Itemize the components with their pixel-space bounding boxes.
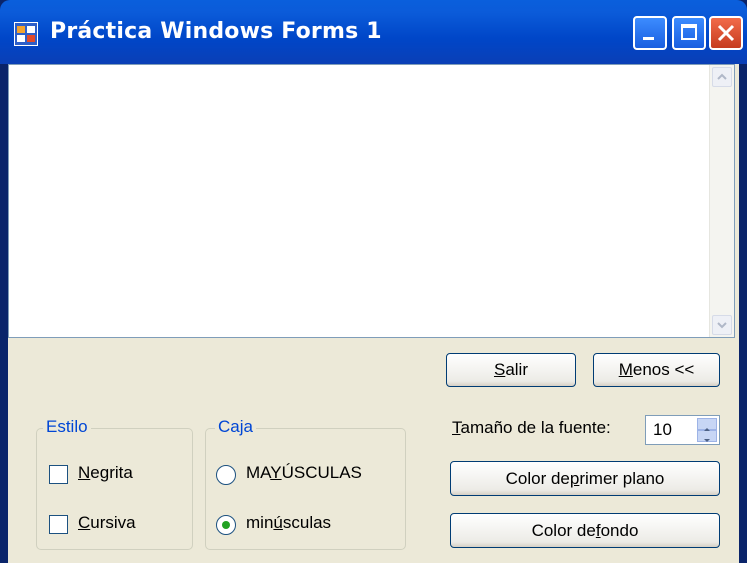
spin-up-icon[interactable] bbox=[697, 418, 717, 431]
scroll-up-icon[interactable] bbox=[712, 67, 732, 87]
color-primer-text-a: Color de bbox=[505, 468, 570, 488]
color-primer-mnemonic: p bbox=[569, 468, 580, 488]
minimize-icon[interactable] bbox=[633, 16, 667, 50]
menos-button[interactable]: Menos << bbox=[593, 353, 720, 387]
maximize-icon[interactable] bbox=[672, 16, 706, 50]
font-size-spinner[interactable]: 10 bbox=[645, 415, 720, 445]
negrita-mnemonic: N bbox=[78, 463, 91, 482]
font-size-mnemonic: T bbox=[452, 418, 461, 437]
mayusculas-text-b: ÚSCULAS bbox=[281, 463, 362, 482]
cursiva-label[interactable]: Cursiva bbox=[78, 513, 136, 533]
minusculas-text-b: sculas bbox=[282, 513, 332, 532]
font-size-label-text: amaño de la fuente: bbox=[460, 418, 611, 437]
close-icon[interactable] bbox=[709, 16, 743, 50]
mayusculas-text-a: MA bbox=[246, 463, 271, 482]
mayusculas-radio[interactable] bbox=[216, 465, 236, 485]
cursiva-mnemonic: C bbox=[78, 513, 91, 532]
minusculas-label[interactable]: minúsculas bbox=[246, 513, 331, 533]
radio-selected-dot bbox=[222, 521, 230, 529]
color-primer-plano-button[interactable]: Color de p rimer plano bbox=[450, 461, 720, 496]
color-fondo-text-b: ondo bbox=[600, 520, 639, 540]
mayusculas-mnemonic: Y bbox=[270, 463, 282, 482]
title-bar[interactable]: Práctica Windows Forms 1 bbox=[0, 0, 747, 64]
caja-group-title: Caja bbox=[215, 417, 256, 437]
window-title: Práctica Windows Forms 1 bbox=[50, 19, 382, 44]
minusculas-radio[interactable] bbox=[216, 515, 236, 535]
font-size-value[interactable]: 10 bbox=[653, 420, 672, 440]
color-fondo-text-a: Color de bbox=[531, 520, 596, 540]
scroll-down-icon[interactable] bbox=[712, 315, 732, 335]
color-primer-text-b: rimer plano bbox=[579, 468, 665, 488]
mayusculas-label[interactable]: MAYÚSCULAS bbox=[246, 463, 362, 483]
vertical-scrollbar[interactable] bbox=[709, 65, 734, 337]
spinner-buttons[interactable] bbox=[697, 418, 717, 442]
cursiva-text: ursiva bbox=[90, 513, 136, 532]
spin-down-icon[interactable] bbox=[697, 430, 717, 442]
negrita-text: egrita bbox=[90, 463, 133, 482]
text-area[interactable] bbox=[8, 64, 735, 338]
estilo-group-title: Estilo bbox=[43, 417, 91, 437]
salir-mnemonic: S bbox=[493, 360, 506, 379]
font-size-label: Tamaño de la fuente: bbox=[452, 418, 611, 438]
salir-label: alir bbox=[505, 360, 528, 379]
color-fondo-button[interactable]: Color de f ondo bbox=[450, 513, 720, 548]
menos-label: enos << bbox=[632, 360, 695, 379]
negrita-label[interactable]: Negrita bbox=[78, 463, 133, 483]
cursiva-checkbox[interactable] bbox=[49, 515, 68, 534]
menos-mnemonic: M bbox=[618, 360, 633, 379]
negrita-checkbox[interactable] bbox=[49, 465, 68, 484]
app-icon bbox=[14, 22, 38, 46]
minusculas-text-a: min bbox=[246, 513, 274, 532]
window-frame: Práctica Windows Forms 1 Salir Menos << … bbox=[0, 0, 747, 563]
minusculas-mnemonic: ú bbox=[273, 513, 283, 532]
salir-button[interactable]: Salir bbox=[446, 353, 576, 387]
